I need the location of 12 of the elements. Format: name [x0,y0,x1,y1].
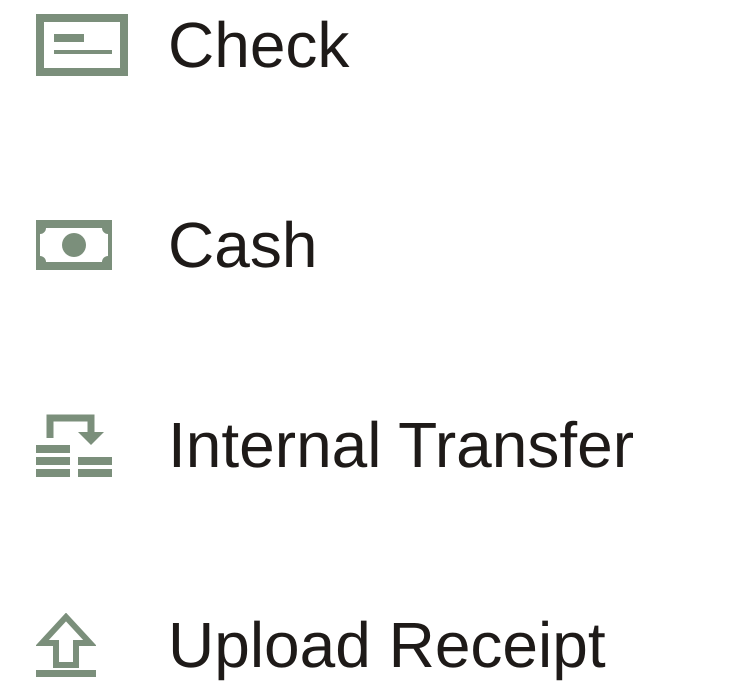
check-icon [36,14,128,76]
menu-item-label: Internal Transfer [168,408,634,483]
menu-item[interactable]: Internal Transfer [36,400,734,490]
menu-item[interactable]: Check [36,0,734,90]
transfer-icon [36,412,112,478]
menu-item-label: Cash [168,208,318,283]
upload-icon [36,613,96,677]
menu-item[interactable]: Cash [36,200,734,290]
banknote-icon [36,220,112,270]
menu-item-label: Upload Receipt [168,608,606,683]
menu-item[interactable]: Upload Receipt [36,600,734,686]
menu-item-label: Check [168,8,350,83]
